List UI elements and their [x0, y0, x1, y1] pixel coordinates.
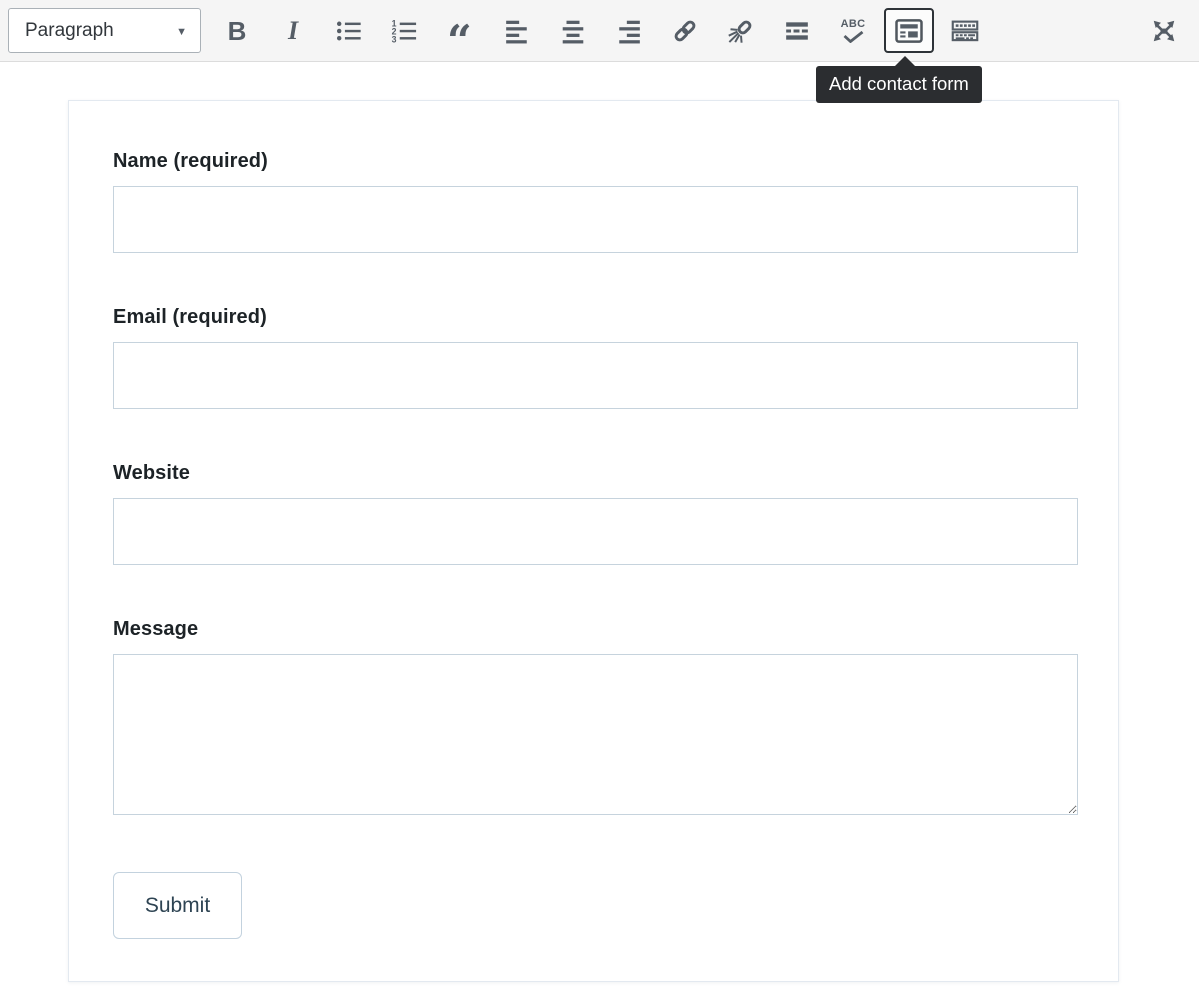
- website-label: Website: [113, 461, 1076, 485]
- italic-button[interactable]: I: [268, 8, 318, 53]
- editor-toolbar: Paragraph ▼ B I 1 2: [0, 0, 1199, 62]
- field-group-website: Website: [113, 461, 1076, 565]
- link-icon: [671, 17, 699, 45]
- email-label: Email (required): [113, 305, 1076, 329]
- align-left-icon: [504, 18, 530, 44]
- keyboard-toggle-button[interactable]: [940, 8, 990, 53]
- align-center-icon: [560, 18, 586, 44]
- link-button[interactable]: [660, 8, 710, 53]
- bullet-list-icon: [335, 17, 363, 45]
- align-right-button[interactable]: [604, 8, 654, 53]
- add-contact-form-button[interactable]: [884, 8, 934, 53]
- unlink-button[interactable]: [716, 8, 766, 53]
- blockquote-icon: “: [447, 17, 475, 45]
- read-more-icon: [784, 18, 810, 44]
- format-dropdown-value: Paragraph: [25, 20, 114, 42]
- field-group-name: Name (required): [113, 149, 1076, 253]
- svg-text:3: 3: [392, 34, 397, 44]
- field-group-email: Email (required): [113, 305, 1076, 409]
- format-dropdown[interactable]: Paragraph ▼: [8, 8, 201, 53]
- fullscreen-icon: [1150, 17, 1178, 45]
- tooltip: Add contact form: [816, 66, 982, 103]
- message-textarea[interactable]: [113, 654, 1078, 815]
- blockquote-button[interactable]: “: [436, 8, 486, 53]
- keyboard-icon: [950, 16, 980, 46]
- align-center-button[interactable]: [548, 8, 598, 53]
- website-input[interactable]: [113, 498, 1078, 565]
- editor-content: Name (required) Email (required) Website…: [0, 62, 1199, 982]
- align-right-icon: [616, 18, 642, 44]
- name-label: Name (required): [113, 149, 1076, 173]
- contact-form-icon: [894, 16, 924, 46]
- numbered-list-button[interactable]: 1 2 3: [380, 8, 430, 53]
- spellcheck-icon: ABC: [841, 19, 866, 30]
- checkmark-icon: [843, 31, 864, 43]
- italic-icon: I: [288, 18, 298, 44]
- bold-button[interactable]: B: [212, 8, 262, 53]
- spellcheck-button[interactable]: ABC: [828, 8, 878, 53]
- bold-icon: B: [228, 18, 247, 44]
- submit-button[interactable]: Submit: [113, 872, 242, 939]
- contact-form-preview: Name (required) Email (required) Website…: [68, 100, 1119, 982]
- toolbar-button-row: B I 1 2 3: [212, 8, 990, 53]
- message-label: Message: [113, 617, 1076, 641]
- read-more-button[interactable]: [772, 8, 822, 53]
- fullscreen-button[interactable]: [1139, 8, 1189, 53]
- numbered-list-icon: 1 2 3: [391, 17, 419, 45]
- unlink-icon: [727, 17, 755, 45]
- align-left-button[interactable]: [492, 8, 542, 53]
- bullet-list-button[interactable]: [324, 8, 374, 53]
- editor-window: Paragraph ▼ B I 1 2: [0, 0, 1199, 992]
- field-group-message: Message: [113, 617, 1076, 815]
- svg-text:“: “: [447, 17, 472, 45]
- tooltip-text: Add contact form: [829, 73, 969, 94]
- name-input[interactable]: [113, 186, 1078, 253]
- email-input[interactable]: [113, 342, 1078, 409]
- chevron-down-icon: ▼: [176, 26, 187, 38]
